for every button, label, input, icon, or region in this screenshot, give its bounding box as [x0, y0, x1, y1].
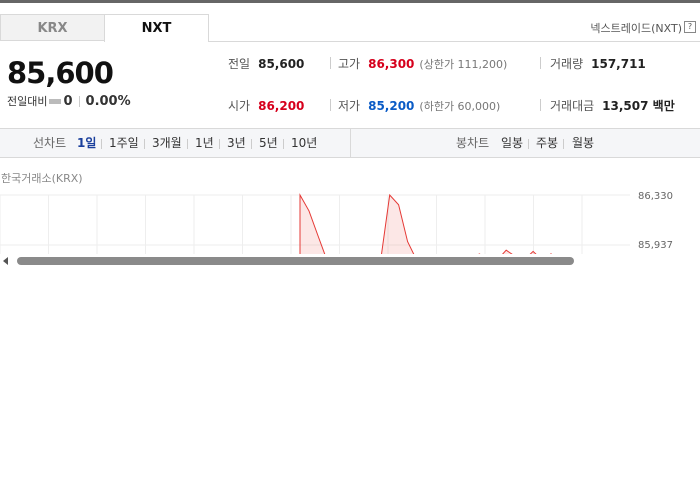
- market-tabs: KRX NXT: [0, 14, 209, 42]
- flat-change-icon: [49, 98, 62, 104]
- period-weekly-candle[interactable]: 주봉: [536, 129, 558, 157]
- stat-label: 거래대금: [550, 99, 595, 113]
- stat-open: 시가 86,200: [228, 97, 304, 114]
- period-bar-divider: [350, 129, 351, 157]
- stat-prev-close: 전일 85,600: [228, 55, 304, 72]
- stat-amount: 거래대금 13,507 백만: [550, 97, 675, 114]
- top-border: [0, 0, 700, 3]
- stat-label: 저가: [338, 99, 361, 113]
- candle-chart-title: 봉차트: [456, 136, 490, 150]
- stat-sub: (하한가 60,000): [419, 99, 501, 113]
- y-tick-label: 86,330: [638, 191, 673, 202]
- change-value: 0: [63, 93, 73, 109]
- period-5y[interactable]: 5년: [259, 129, 278, 157]
- price-chart: 86,330 85,937: [0, 191, 673, 255]
- stat-high: 고가 86,300 (상한가 111,200): [338, 55, 507, 72]
- chart-source: 한국거래소(KRX): [1, 172, 83, 185]
- change-label: 전일대비: [7, 95, 48, 108]
- scroll-left-arrow-icon[interactable]: [3, 257, 8, 265]
- period-monthly-candle[interactable]: 월봉: [572, 129, 594, 157]
- stat-volume: 거래량 157,711: [550, 55, 646, 72]
- period-divider: [101, 139, 102, 149]
- chart-scrollbar[interactable]: [0, 254, 700, 268]
- period-10y[interactable]: 10년: [291, 129, 317, 157]
- stat-divider: [330, 57, 331, 69]
- stat-label: 전일: [228, 57, 251, 71]
- period-3y[interactable]: 3년: [227, 129, 246, 157]
- stat-value: 13,507 백만: [602, 99, 675, 113]
- period-divider: [187, 139, 188, 149]
- period-divider: [219, 139, 220, 149]
- tab-nxt[interactable]: NXT: [104, 14, 209, 42]
- scroll-thumb[interactable]: [17, 257, 574, 265]
- stat-value: 86,200: [258, 98, 305, 113]
- stat-label: 거래량: [550, 57, 584, 71]
- period-divider: [144, 139, 145, 149]
- market-note: 넥스트레이드(NXT): [590, 22, 682, 35]
- stat-divider: [330, 99, 331, 111]
- stat-value: 85,600: [258, 56, 305, 71]
- tabs-baseline: [209, 41, 700, 42]
- stat-sub: (상한가 111,200): [419, 57, 508, 71]
- period-divider: [563, 139, 564, 149]
- divider: [78, 95, 80, 107]
- line-chart-title: 선차트: [33, 136, 67, 150]
- period-divider: [528, 139, 529, 149]
- stat-label: 고가: [338, 57, 361, 71]
- y-tick-label: 85,937: [638, 240, 673, 251]
- period-daily-candle[interactable]: 일봉: [501, 129, 523, 157]
- period-divider: [283, 139, 284, 149]
- stat-low: 저가 85,200 (하한가 60,000): [338, 97, 500, 114]
- stat-divider: [540, 57, 541, 69]
- current-price: 85,600: [7, 56, 114, 90]
- stat-divider: [540, 99, 541, 111]
- price-change-row: 전일대비 0 0.00%: [7, 93, 131, 109]
- stat-value: 85,200: [368, 98, 415, 113]
- stat-value: 86,300: [368, 56, 415, 71]
- stat-label: 시가: [228, 99, 251, 113]
- period-1w[interactable]: 1주일: [109, 129, 139, 157]
- help-icon[interactable]: ?: [684, 21, 696, 33]
- period-3m[interactable]: 3개월: [152, 129, 182, 157]
- period-selector-bar: 선차트 1일 1주일 3개월 1년 3년 5년 10년 봉차트 일봉 주봉 월봉: [0, 128, 700, 158]
- period-1y[interactable]: 1년: [195, 129, 214, 157]
- period-divider: [251, 139, 252, 149]
- change-percent: 0.00%: [85, 93, 131, 109]
- tab-krx[interactable]: KRX: [0, 14, 105, 41]
- period-1d[interactable]: 1일: [77, 129, 96, 157]
- stat-value: 157,711: [591, 56, 646, 71]
